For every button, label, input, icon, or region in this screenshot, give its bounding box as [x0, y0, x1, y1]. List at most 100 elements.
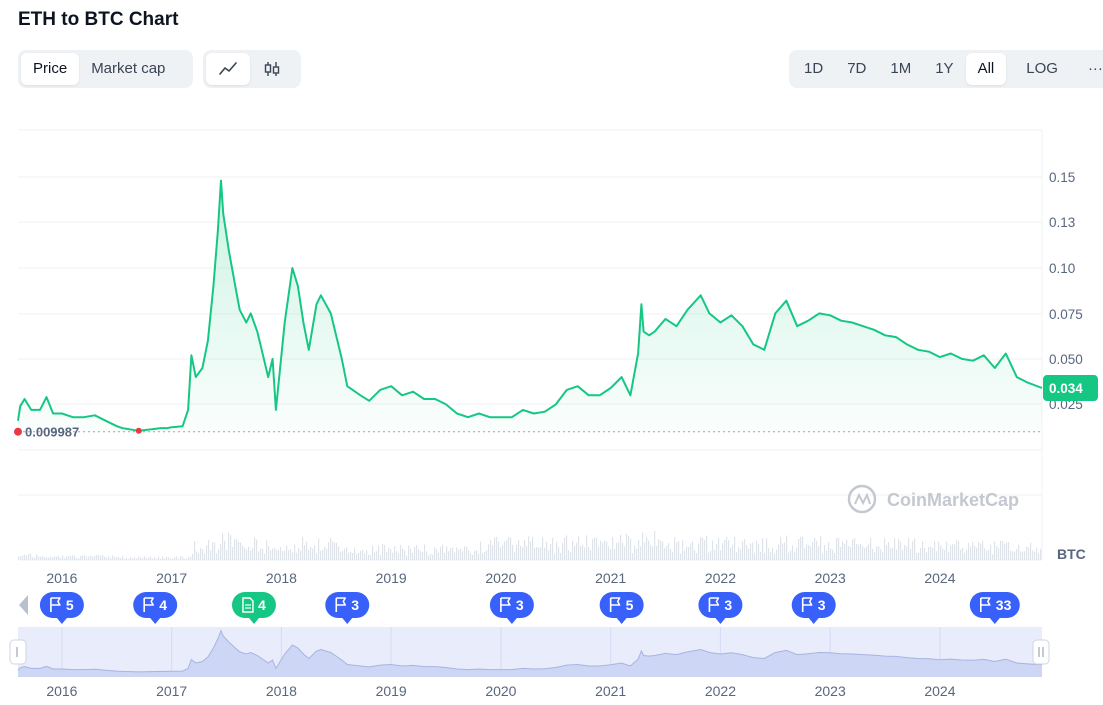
- volume-bar: [496, 536, 498, 560]
- navigator-x-tick-label: 2016: [46, 683, 77, 699]
- volume-bar: [182, 556, 184, 560]
- event-marker[interactable]: 4: [133, 592, 178, 624]
- volume-bar: [960, 549, 962, 560]
- scroll-left-icon[interactable]: [19, 595, 28, 615]
- event-marker[interactable]: 3: [698, 592, 743, 624]
- event-marker[interactable]: 3: [791, 592, 836, 624]
- volume-bar: [706, 535, 708, 560]
- x-tick-label: 2016: [46, 570, 77, 586]
- volume-bar: [92, 556, 94, 560]
- volume-bar: [754, 552, 756, 560]
- volume-bar: [420, 551, 422, 560]
- volume-bar: [570, 551, 572, 560]
- volume-bar: [916, 552, 918, 560]
- volume-bar: [1024, 551, 1026, 560]
- volume-bar: [62, 555, 64, 560]
- volume-bar: [988, 549, 990, 560]
- event-pointer: [989, 618, 1000, 624]
- volume-bar: [450, 548, 452, 560]
- volume-bar: [640, 546, 642, 560]
- volume-bar: [238, 541, 240, 560]
- event-marker[interactable]: 4: [231, 592, 276, 624]
- x-tick-label: 2023: [815, 570, 846, 586]
- volume-bar: [254, 537, 256, 560]
- volume-bar: [544, 547, 546, 560]
- volume-bar: [704, 540, 706, 560]
- volume-bar: [836, 537, 838, 560]
- volume-bar: [604, 540, 606, 560]
- volume-bar: [196, 551, 198, 560]
- volume-bar: [278, 549, 280, 560]
- volume-bar: [926, 552, 928, 560]
- volume-bar: [56, 556, 58, 560]
- volume-bar: [304, 544, 306, 560]
- volume-bar: [1040, 549, 1042, 560]
- event-pill: [698, 592, 743, 618]
- volume-bar: [732, 545, 734, 560]
- volume-bar: [576, 542, 578, 560]
- volume-bar: [230, 535, 232, 560]
- volume-bar: [338, 546, 340, 560]
- volume-bar: [792, 545, 794, 560]
- y-tick-label: 0.050: [1049, 352, 1083, 367]
- volume-bar: [966, 549, 968, 560]
- event-count: 3: [516, 597, 524, 613]
- volume-bar: [234, 538, 236, 560]
- volume-bar: [724, 539, 726, 560]
- volume-bar: [948, 551, 950, 560]
- volume-bar: [454, 552, 456, 560]
- volume-bar: [538, 547, 540, 560]
- x-tick-label: 2024: [924, 570, 955, 586]
- volume-bar: [676, 542, 678, 560]
- volume-bar: [120, 558, 122, 560]
- navigator-right-handle[interactable]: [1032, 639, 1050, 665]
- navigator-x-tick-label: 2021: [595, 683, 626, 699]
- volume-bar: [802, 536, 804, 560]
- event-marker[interactable]: 5: [599, 592, 644, 624]
- volume-bar: [342, 550, 344, 560]
- volume-bar: [668, 543, 670, 560]
- volume-bar: [302, 536, 304, 560]
- volume-bar: [292, 552, 294, 560]
- volume-bar: [694, 550, 696, 560]
- volume-bar: [470, 553, 472, 560]
- volume-bar: [824, 544, 826, 560]
- volume-bar: [84, 555, 86, 560]
- volume-bar: [102, 555, 104, 560]
- volume-bar: [260, 548, 262, 560]
- event-pill: [39, 592, 84, 618]
- volume-bar: [272, 548, 274, 560]
- volume-bar: [1004, 543, 1006, 560]
- volume-bar: [28, 554, 30, 560]
- navigator-left-handle[interactable]: [9, 639, 27, 665]
- volume-bar: [402, 548, 404, 560]
- volume-bar: [906, 546, 908, 560]
- volume-bar: [78, 557, 80, 560]
- volume-bar: [520, 545, 522, 560]
- volume-bar: [712, 540, 714, 560]
- volume-bar: [488, 544, 490, 560]
- event-marker[interactable]: 33: [969, 592, 1020, 624]
- volume-bar: [1038, 553, 1040, 560]
- volume-bar: [216, 553, 218, 560]
- volume-bar: [146, 558, 148, 560]
- event-marker[interactable]: 3: [489, 592, 534, 624]
- volume-bar: [934, 541, 936, 560]
- volume-bar: [158, 556, 160, 560]
- event-marker[interactable]: 3: [325, 592, 370, 624]
- volume-bar: [856, 544, 858, 560]
- event-marker[interactable]: 5: [39, 592, 84, 624]
- volume-bar: [632, 553, 634, 560]
- volume-bar: [42, 556, 44, 560]
- volume-bar: [138, 556, 140, 560]
- volume-bars: [18, 530, 1042, 560]
- volume-bar: [872, 548, 874, 560]
- volume-bar: [492, 545, 494, 560]
- volume-bar: [472, 554, 474, 560]
- volume-bar: [72, 555, 74, 560]
- volume-bar: [656, 545, 658, 560]
- volume-bar: [852, 539, 854, 560]
- volume-bar: [868, 544, 870, 560]
- volume-bar: [976, 547, 978, 560]
- volume-bar: [786, 535, 788, 560]
